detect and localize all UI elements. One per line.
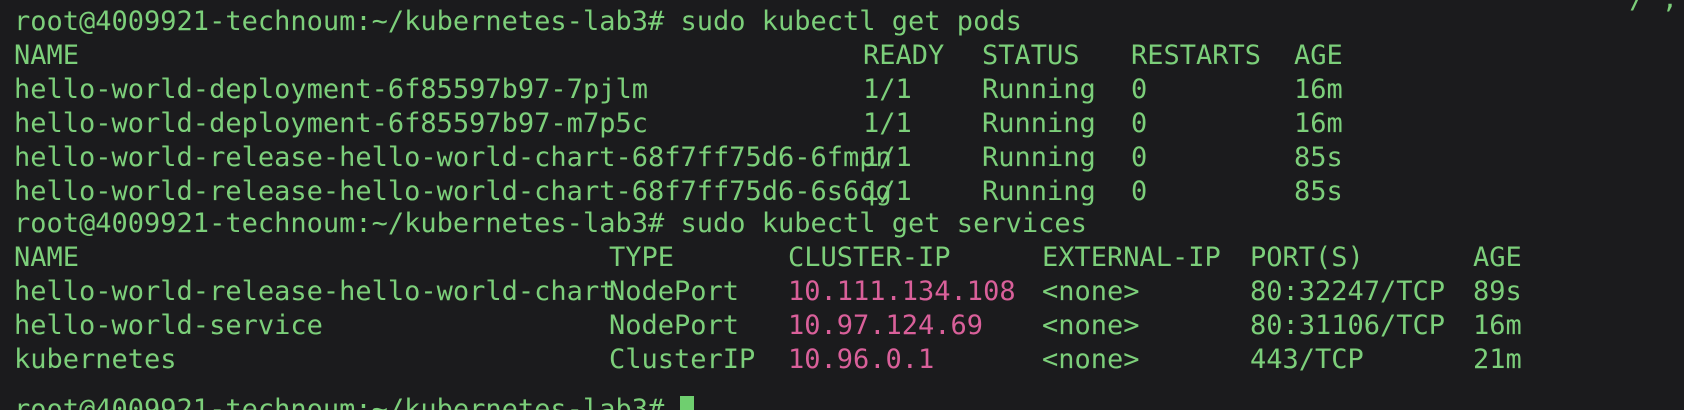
service-age: 21m	[1473, 344, 1522, 375]
service-cluster-ip: 10.111.134.108	[788, 276, 1016, 307]
service-external-ip: <none>	[1042, 344, 1140, 375]
service-row: hello-world-service NodePort 10.97.124.6…	[14, 308, 1522, 344]
pod-ready: 1/1	[863, 142, 912, 173]
services-header-type: TYPE	[609, 242, 675, 273]
pod-status: Running	[982, 142, 1096, 173]
service-row: kubernetes ClusterIP 10.96.0.1 <none> 44…	[14, 342, 1522, 378]
pod-ready: 1/1	[863, 108, 912, 139]
service-name: hello-world-service	[14, 310, 323, 341]
service-row: hello-world-release-hello-world-chart No…	[14, 274, 1522, 310]
command-line-get-pods: root@4009921-technoum:~/kubernetes-lab3#…	[14, 6, 1022, 37]
pod-name: hello-world-release-hello-world-chart-68…	[14, 142, 892, 173]
service-ports: 80:31106/TCP	[1250, 310, 1446, 341]
pod-row: hello-world-deployment-6f85597b97-m7p5c …	[14, 106, 1343, 142]
scrolled-off-text: / ,	[1629, 0, 1678, 18]
services-header-age: AGE	[1473, 242, 1522, 273]
services-header-ports: PORT(S)	[1250, 242, 1364, 273]
services-header-name: NAME	[14, 242, 80, 273]
pod-restarts: 0	[1131, 176, 1148, 207]
services-header-external-ip: EXTERNAL-IP	[1042, 242, 1221, 273]
command-prompt-current[interactable]: root@4009921-technoum:~/kubernetes-lab3#	[14, 392, 695, 410]
service-age: 89s	[1473, 276, 1522, 307]
terminal-window[interactable]: / , root@4009921-technoum:~/kubernetes-l…	[0, 0, 1684, 410]
service-cluster-ip: 10.97.124.69	[788, 310, 984, 341]
service-type: NodePort	[609, 310, 740, 341]
pods-header-ready: READY	[863, 40, 945, 71]
service-name: hello-world-release-hello-world-chart	[14, 276, 616, 307]
service-external-ip: <none>	[1042, 276, 1140, 307]
service-ports: 80:32247/TCP	[1250, 276, 1446, 307]
pod-status: Running	[982, 74, 1096, 105]
service-type: NodePort	[609, 276, 740, 307]
pod-ready: 1/1	[863, 74, 912, 105]
service-name: kubernetes	[14, 344, 177, 375]
pod-restarts: 0	[1131, 142, 1148, 173]
text-cursor	[680, 396, 695, 410]
pod-age: 85s	[1294, 142, 1343, 173]
pods-header-row: NAME READY STATUS RESTARTS AGE	[14, 38, 1343, 74]
pods-header-name: NAME	[14, 40, 80, 71]
pod-row: hello-world-release-hello-world-chart-68…	[14, 174, 1343, 210]
command-line-get-services: root@4009921-technoum:~/kubernetes-lab3#…	[14, 208, 1087, 239]
pod-status: Running	[982, 108, 1096, 139]
pod-age: 16m	[1294, 74, 1343, 105]
services-header-cluster-ip: CLUSTER-IP	[788, 242, 951, 273]
pods-header-status: STATUS	[982, 40, 1080, 71]
prompt-text: root@4009921-technoum:~/kubernetes-lab3#	[14, 394, 681, 410]
pod-status: Running	[982, 176, 1096, 207]
pod-name: hello-world-deployment-6f85597b97-7pjlm	[14, 74, 648, 105]
pod-age: 16m	[1294, 108, 1343, 139]
pod-row: hello-world-release-hello-world-chart-68…	[14, 140, 1343, 176]
service-external-ip: <none>	[1042, 310, 1140, 341]
service-age: 16m	[1473, 310, 1522, 341]
pods-header-restarts: RESTARTS	[1131, 40, 1262, 71]
pod-name: hello-world-deployment-6f85597b97-m7p5c	[14, 108, 648, 139]
pod-restarts: 0	[1131, 74, 1148, 105]
pod-row: hello-world-deployment-6f85597b97-7pjlm …	[14, 72, 1343, 108]
pod-restarts: 0	[1131, 108, 1148, 139]
service-cluster-ip: 10.96.0.1	[788, 344, 935, 375]
service-type: ClusterIP	[609, 344, 756, 375]
pod-age: 85s	[1294, 176, 1343, 207]
service-ports: 443/TCP	[1250, 344, 1364, 375]
pods-header-age: AGE	[1294, 40, 1343, 71]
pod-name: hello-world-release-hello-world-chart-68…	[14, 176, 892, 207]
pod-ready: 1/1	[863, 176, 912, 207]
services-header-row: NAME TYPE CLUSTER-IP EXTERNAL-IP PORT(S)…	[14, 240, 1522, 276]
